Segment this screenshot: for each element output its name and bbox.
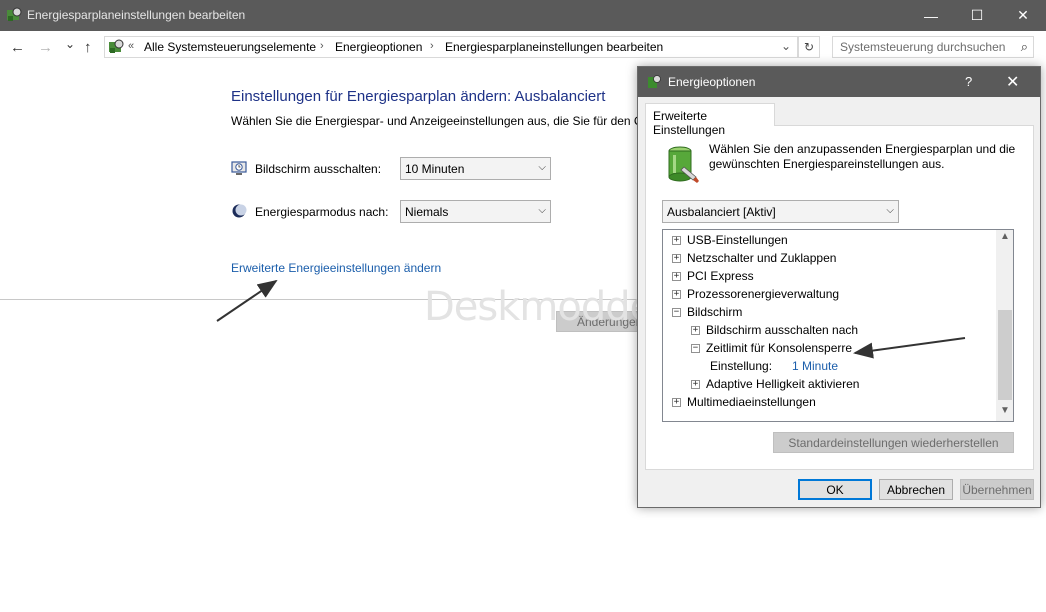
annotation-arrow-link: [216, 279, 278, 322]
breadcrumb-separator[interactable]: ›: [430, 40, 434, 52]
control-panel-icon: [109, 39, 124, 53]
scroll-down-icon[interactable]: ▼: [1000, 405, 1010, 416]
scrollbar-thumb[interactable]: [998, 310, 1012, 400]
expand-icon[interactable]: +: [672, 272, 681, 281]
expand-icon[interactable]: +: [672, 254, 681, 263]
tab-label: Erweiterte Einstellungen: [653, 109, 726, 137]
setting-value[interactable]: 1 Minute: [792, 359, 838, 373]
scroll-up-icon[interactable]: ▲: [1000, 231, 1010, 242]
monitor-clock-icon: [231, 161, 247, 175]
restore-defaults-label: Standardeinstellungen wiederherstellen: [788, 436, 999, 450]
chevron-down-icon: ⌵: [886, 205, 894, 216]
page-title: Einstellungen für Energiesparplan ändern…: [231, 88, 606, 105]
recent-locations-icon[interactable]: ⌄: [65, 37, 75, 51]
ok-button[interactable]: OK: [798, 479, 872, 500]
display-off-value: 10 Minuten: [405, 162, 465, 176]
dialog-titlebar: Energieoptionen ? ✕: [638, 67, 1040, 97]
breadcrumb-all-control-panel-items[interactable]: Alle Systemsteuerungselemente: [144, 40, 316, 54]
display-off-label: Bildschirm ausschalten:: [255, 162, 382, 176]
battery-plan-icon: [668, 146, 699, 183]
sleep-label: Energiesparmodus nach:: [255, 205, 389, 219]
restore-defaults-button[interactable]: Standardeinstellungen wiederherstellen: [773, 432, 1014, 453]
search-placeholder: Systemsteuerung durchsuchen: [840, 40, 1006, 54]
forward-arrow-icon[interactable]: →: [38, 39, 53, 56]
search-icon[interactable]: ⌕: [1021, 39, 1028, 55]
window-titlebar: Energiesparplaneinstellungen bearbeiten …: [0, 0, 1046, 31]
expand-icon[interactable]: +: [672, 236, 681, 245]
breadcrumb-edit-plan-settings[interactable]: Energiesparplaneinstellungen bearbeiten: [445, 40, 663, 54]
apply-label: Übernehmen: [962, 483, 1032, 497]
cancel-label: Abbrechen: [886, 483, 946, 497]
ok-label: OK: [826, 483, 844, 497]
navigation-bar: ← → ⌄ ↑ « Alle Systemsteuerungselemente …: [0, 31, 1046, 63]
window-title: Energiesparplaneinstellungen bearbeiten: [27, 8, 246, 22]
sleep-value: Niemals: [405, 205, 449, 219]
sleep-moon-icon: [232, 204, 247, 218]
collapse-icon[interactable]: −: [672, 308, 681, 317]
settings-tree[interactable]: + USB-Einstellungen + Netzschalter und Z…: [662, 229, 1014, 422]
power-options-icon: [648, 75, 661, 88]
advanced-settings-link[interactable]: Erweiterte Energieeinstellungen ändern: [231, 261, 441, 275]
up-arrow-icon[interactable]: ↑: [84, 39, 92, 56]
tab-advanced-settings[interactable]: Erweiterte Einstellungen: [645, 103, 775, 137]
collapse-icon[interactable]: −: [691, 344, 700, 353]
dialog-description: Wählen Sie den anzupassenden Energiespar…: [709, 142, 1016, 171]
help-button[interactable]: ?: [965, 74, 972, 89]
address-dropdown-icon[interactable]: ⌄: [781, 39, 791, 53]
apply-button[interactable]: Übernehmen: [960, 479, 1034, 500]
dialog-close-button[interactable]: ✕: [1006, 72, 1019, 92]
setting-label: Einstellung:: [710, 359, 773, 373]
expand-icon[interactable]: +: [672, 290, 681, 299]
expand-icon[interactable]: +: [672, 398, 681, 407]
chevron-down-icon: ⌵: [538, 162, 546, 173]
sleep-select[interactable]: Niemals ⌵: [400, 200, 551, 223]
tree-scrollbar[interactable]: ▲ ▼: [996, 230, 1013, 421]
dialog-title: Energieoptionen: [668, 75, 756, 89]
breadcrumb-power-options[interactable]: Energieoptionen: [335, 40, 422, 54]
expand-icon[interactable]: +: [691, 380, 700, 389]
cancel-button[interactable]: Abbrechen: [879, 479, 953, 500]
display-off-select[interactable]: 10 Minuten ⌵: [400, 157, 551, 180]
refresh-button[interactable]: ↻: [798, 36, 820, 58]
maximize-button[interactable]: ☐: [954, 0, 1000, 31]
breadcrumb-overflow[interactable]: «: [128, 40, 134, 52]
control-panel-icon: [7, 7, 22, 21]
back-arrow-icon[interactable]: ←: [10, 39, 25, 56]
minimize-button[interactable]: —: [908, 0, 954, 31]
power-options-dialog: Energieoptionen ? ✕ Erweiterte Einstellu…: [637, 66, 1041, 508]
power-plan-select[interactable]: Ausbalanciert [Aktiv] ⌵: [662, 200, 899, 223]
chevron-down-icon: ⌵: [538, 205, 546, 216]
breadcrumb-separator[interactable]: ›: [320, 40, 324, 52]
page-description: Wählen Sie die Energiespar- und Anzeigee…: [231, 114, 650, 128]
search-input[interactable]: Systemsteuerung durchsuchen ⌕: [832, 36, 1034, 58]
close-button[interactable]: ✕: [1000, 0, 1046, 31]
expand-icon[interactable]: +: [691, 326, 700, 335]
address-bar[interactable]: « Alle Systemsteuerungselemente › Energi…: [104, 36, 798, 58]
power-plan-value: Ausbalanciert [Aktiv]: [667, 205, 776, 219]
